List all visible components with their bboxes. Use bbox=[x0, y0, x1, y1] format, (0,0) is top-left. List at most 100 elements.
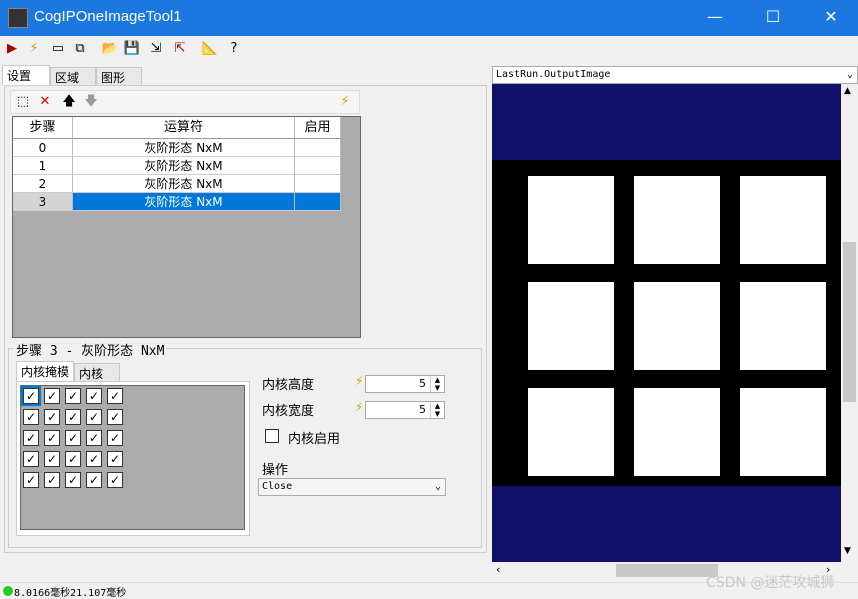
kernel-height-input[interactable]: 5 ▲ ▼ bbox=[365, 375, 445, 393]
vertical-scrollbar[interactable]: ▲ ▼ bbox=[841, 84, 858, 562]
kernel-mask-checkbox[interactable]: ✓ bbox=[23, 472, 39, 488]
enable-cell-selected[interactable] bbox=[295, 193, 341, 211]
header-enable[interactable]: 启用 bbox=[295, 117, 341, 139]
scrollbar-thumb[interactable] bbox=[843, 242, 856, 402]
window-title: CogIPOneImageTool1 bbox=[34, 8, 182, 25]
operation-select[interactable]: Close ⌄ bbox=[258, 478, 446, 496]
kernel-mask-checkbox[interactable]: ✓ bbox=[65, 430, 81, 446]
kernel-mask-checkbox[interactable]: ✓ bbox=[86, 451, 102, 467]
step-cell[interactable]: 1 bbox=[13, 157, 73, 175]
kernel-mask-checkbox[interactable]: ✓ bbox=[23, 409, 39, 425]
lightning-icon[interactable]: ⚡ bbox=[355, 374, 363, 388]
operator-cell[interactable]: 灰阶形态 NxM bbox=[73, 157, 295, 175]
export-icon[interactable]: ⇱ bbox=[170, 39, 190, 59]
copy-icon[interactable]: ⧉ bbox=[70, 39, 90, 59]
operator-grid[interactable]: 步骤 运算符 启用 0 灰阶形态 NxM 1 灰阶形态 NxM 2 灰阶形态 N… bbox=[12, 116, 361, 338]
image-blob bbox=[634, 388, 720, 476]
new-icon[interactable]: ⬚ bbox=[13, 92, 33, 112]
image-select-value: LastRun.OutputImage bbox=[496, 69, 611, 80]
kernel-mask-checkbox[interactable]: ✓ bbox=[23, 430, 39, 446]
app-icon bbox=[8, 8, 28, 28]
kernel-mask-checkbox[interactable]: ✓ bbox=[65, 472, 81, 488]
image-display[interactable] bbox=[492, 84, 841, 562]
tab-kernel[interactable]: 内核 bbox=[74, 363, 120, 383]
kernel-width-value: 5 bbox=[419, 403, 426, 416]
run-icon[interactable]: ▶ bbox=[2, 39, 22, 59]
kernel-mask-checkbox[interactable]: ✓ bbox=[65, 451, 81, 467]
down-arrow-icon[interactable]: 🡇 bbox=[81, 92, 101, 112]
chevron-down-icon[interactable]: ▼ bbox=[844, 546, 851, 556]
up-arrow-icon[interactable]: 🡅 bbox=[59, 92, 79, 112]
tab-graphics[interactable]: 图形 bbox=[96, 67, 142, 87]
operator-cell-selected[interactable]: 灰阶形态 NxM bbox=[73, 193, 295, 211]
display-icon[interactable]: ▭ bbox=[48, 39, 68, 59]
spinner-icon[interactable]: ▲ ▼ bbox=[430, 402, 444, 418]
image-select[interactable]: LastRun.OutputImage ⌄ bbox=[492, 66, 858, 84]
kernel-mask-checkbox[interactable]: ✓ bbox=[23, 451, 39, 467]
image-blob bbox=[740, 282, 826, 370]
kernel-mask-checkbox[interactable]: ✓ bbox=[44, 472, 60, 488]
lightning-icon[interactable]: ⚡ bbox=[24, 39, 44, 59]
kernel-mask-checkbox[interactable]: ✓ bbox=[65, 388, 81, 404]
tab-region[interactable]: 区域 bbox=[50, 67, 96, 87]
kernel-mask-checkbox[interactable]: ✓ bbox=[44, 409, 60, 425]
kernel-mask-checkbox[interactable]: ✓ bbox=[86, 409, 102, 425]
enable-cell[interactable] bbox=[295, 139, 341, 157]
chevron-up-icon[interactable]: ▲ bbox=[844, 86, 851, 96]
kernel-mask-checkbox[interactable]: ✓ bbox=[44, 430, 60, 446]
open-icon[interactable]: 📂 bbox=[100, 39, 120, 59]
kernel-mask-checkbox[interactable]: ✓ bbox=[65, 409, 81, 425]
image-blob bbox=[740, 388, 826, 476]
tab-kernel-mask[interactable]: 内核掩模 bbox=[16, 361, 74, 381]
chevron-down-icon: ⌄ bbox=[434, 481, 441, 492]
delete-icon[interactable]: ✕ bbox=[35, 92, 55, 112]
kernel-width-input[interactable]: 5 ▲ ▼ bbox=[365, 401, 445, 419]
tab-settings[interactable]: 设置 bbox=[2, 65, 50, 85]
status-indicator bbox=[3, 586, 13, 596]
kernel-mask-checkbox[interactable]: ✓ bbox=[44, 451, 60, 467]
output-image bbox=[492, 160, 841, 486]
help-icon[interactable]: ? bbox=[224, 39, 244, 59]
kernel-mask-checkbox[interactable]: ✓ bbox=[21, 386, 41, 406]
kernel-mask-checkbox[interactable]: ✓ bbox=[86, 430, 102, 446]
header-operator[interactable]: 运算符 bbox=[73, 117, 295, 139]
minimize-button[interactable]: — bbox=[686, 0, 744, 36]
image-blob bbox=[528, 282, 614, 370]
group-title: 步骤 3 - 灰阶形态 NxM bbox=[14, 340, 167, 359]
kernel-mask-checkbox[interactable]: ✓ bbox=[107, 388, 123, 404]
kernel-mask-checkbox[interactable]: ✓ bbox=[86, 388, 102, 404]
kernel-enable-label: 内核启用 bbox=[288, 432, 341, 447]
kernel-mask-checkbox[interactable]: ✓ bbox=[107, 430, 123, 446]
enable-cell[interactable] bbox=[295, 175, 341, 193]
kernel-mask-checkbox[interactable]: ✓ bbox=[86, 472, 102, 488]
scrollbar-thumb[interactable] bbox=[616, 564, 718, 577]
lightning-icon[interactable]: ⚡ bbox=[355, 400, 363, 414]
step-cell[interactable]: 0 bbox=[13, 139, 73, 157]
kernel-height-label: 内核高度 bbox=[262, 378, 315, 393]
kernel-mask-checkbox[interactable]: ✓ bbox=[44, 388, 60, 404]
operation-value: Close bbox=[262, 481, 293, 492]
operator-cell[interactable]: 灰阶形态 NxM bbox=[73, 175, 295, 193]
image-blob bbox=[634, 176, 720, 264]
kernel-width-label: 内核宽度 bbox=[262, 404, 315, 419]
image-blob bbox=[528, 388, 614, 476]
ruler-icon[interactable]: 📐 bbox=[200, 39, 220, 59]
enable-cell[interactable] bbox=[295, 157, 341, 175]
image-blob bbox=[528, 176, 614, 264]
kernel-enable-checkbox[interactable] bbox=[265, 429, 279, 443]
operator-cell[interactable]: 灰阶形态 NxM bbox=[73, 139, 295, 157]
spinner-icon[interactable]: ▲ ▼ bbox=[430, 376, 444, 392]
chevron-left-icon[interactable]: ‹ bbox=[496, 563, 500, 576]
kernel-mask-checkbox[interactable]: ✓ bbox=[107, 472, 123, 488]
kernel-mask-checkbox[interactable]: ✓ bbox=[107, 409, 123, 425]
close-button[interactable]: ✕ bbox=[802, 0, 858, 36]
kernel-mask-checkbox[interactable]: ✓ bbox=[107, 451, 123, 467]
step-cell[interactable]: 2 bbox=[13, 175, 73, 193]
save-icon[interactable]: 💾 bbox=[122, 39, 142, 59]
maximize-button[interactable]: ☐ bbox=[744, 0, 802, 36]
watermark: CSDN @迷茫攻城狮 bbox=[706, 575, 835, 591]
import-icon[interactable]: ⇲ bbox=[146, 39, 166, 59]
step-cell[interactable]: 3 bbox=[13, 193, 73, 211]
lightning-icon[interactable]: ⚡ bbox=[335, 92, 355, 112]
header-step[interactable]: 步骤 bbox=[13, 117, 73, 139]
